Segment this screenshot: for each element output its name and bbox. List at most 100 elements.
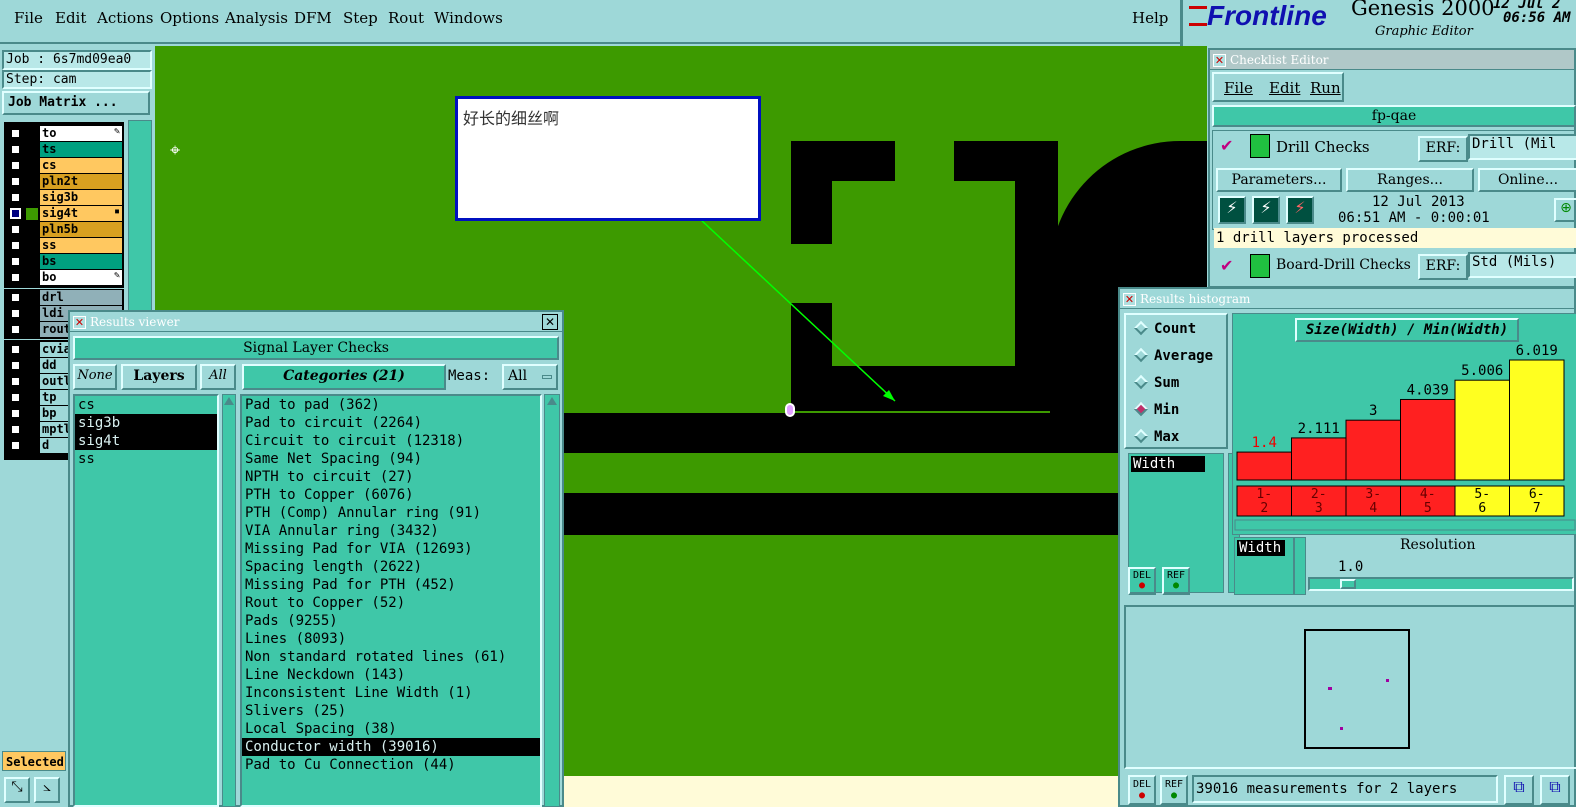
online-button[interactable]: Online... xyxy=(1478,168,1576,192)
check-active-icon[interactable]: ✔ xyxy=(1220,136,1233,155)
menu-rout[interactable]: Rout xyxy=(388,9,424,27)
layer-checkbox[interactable] xyxy=(10,440,21,451)
zoom-out-icon[interactable]: ⧉ xyxy=(1540,775,1570,805)
layer-checkbox[interactable] xyxy=(10,292,21,303)
layer-checkbox[interactable] xyxy=(10,308,21,319)
category-item[interactable]: Circuit to circuit (12318) xyxy=(242,432,540,450)
layer-affected-indicator[interactable] xyxy=(26,272,38,284)
mode-max-radio[interactable]: Max xyxy=(1133,427,1179,447)
erf-value-1[interactable]: Drill (Mil xyxy=(1468,134,1576,160)
category-item[interactable]: VIA Annular ring (3432) xyxy=(242,522,540,540)
layer-affected-indicator[interactable] xyxy=(26,256,38,268)
layer-affected-indicator[interactable] xyxy=(26,392,38,404)
layer-affected-indicator[interactable] xyxy=(26,240,38,252)
overview-map[interactable] xyxy=(1304,629,1410,749)
category-item[interactable]: Pad to pad (362) xyxy=(242,396,540,414)
layer-affected-indicator[interactable] xyxy=(26,208,38,220)
layer-affected-indicator[interactable] xyxy=(26,292,38,304)
window-menu-icon[interactable]: ✕ xyxy=(1213,54,1226,67)
result-layer-item[interactable]: sig3b xyxy=(75,414,217,432)
drill-action-icon[interactable] xyxy=(1250,134,1270,158)
job-matrix-button[interactable]: Job Matrix ... xyxy=(2,91,150,115)
layer-list-scrollbar[interactable] xyxy=(222,394,236,807)
histogram-titlebar[interactable]: ✕ Results histogram xyxy=(1120,289,1574,309)
layer-checkbox[interactable] xyxy=(10,144,21,155)
histogram-bar[interactable] xyxy=(1345,419,1401,481)
layer-row-sig3b[interactable]: sig3b xyxy=(6,190,122,205)
categories-button[interactable]: Categories (21) xyxy=(242,364,446,390)
category-item[interactable]: Missing Pad for PTH (452) xyxy=(242,576,540,594)
check-active-icon[interactable]: ✔ xyxy=(1220,256,1233,275)
menu-help[interactable]: Help xyxy=(1132,9,1168,27)
slider-handle[interactable] xyxy=(1340,579,1356,589)
layer-affected-indicator[interactable] xyxy=(26,160,38,172)
category-item[interactable]: Same Net Spacing (94) xyxy=(242,450,540,468)
category-item[interactable]: Local Spacing (38) xyxy=(242,720,540,738)
layer-affected-indicator[interactable] xyxy=(26,128,38,140)
category-item[interactable]: Missing Pad for VIA (12693) xyxy=(242,540,540,558)
resolution-field-list[interactable]: Width xyxy=(1234,537,1294,595)
category-item[interactable]: Non standard rotated lines (61) xyxy=(242,648,540,666)
ranges-button[interactable]: Ranges... xyxy=(1346,168,1474,192)
result-layer-item[interactable]: cs xyxy=(75,396,217,414)
layer-checkbox[interactable] xyxy=(10,392,21,403)
checklist-titlebar[interactable]: ✕ Checklist Editor xyxy=(1210,50,1574,70)
layer-affected-indicator[interactable] xyxy=(26,144,38,156)
layer-affected-indicator[interactable] xyxy=(26,224,38,236)
mode-count-radio[interactable]: Count xyxy=(1133,319,1196,339)
histogram-chart[interactable]: 1.41-22.1112-333-44.0394-55.0065-66.0196… xyxy=(1233,314,1576,535)
del-button-bottom[interactable]: DEL ● xyxy=(1128,775,1156,805)
category-item[interactable]: Spacing length (2622) xyxy=(242,558,540,576)
run-icon[interactable]: ⚡ xyxy=(1218,196,1246,224)
menu-actions[interactable]: Actions xyxy=(97,9,153,27)
checklist-menu-run[interactable]: Run xyxy=(1310,79,1341,97)
category-scrollbar[interactable] xyxy=(544,394,560,807)
layer-row-drl[interactable]: drl xyxy=(6,290,122,305)
category-item[interactable]: PTH to Copper (6076) xyxy=(242,486,540,504)
checklist-menu-file[interactable]: File xyxy=(1224,79,1253,97)
window-menu-icon[interactable]: ✕ xyxy=(73,316,86,329)
zoom-icon[interactable]: ⤡ xyxy=(4,777,30,803)
histogram-bar[interactable] xyxy=(1509,359,1565,481)
erf-button-1[interactable]: ERF: xyxy=(1418,136,1468,162)
layer-affected-indicator[interactable] xyxy=(26,360,38,372)
menu-windows[interactable]: Windows xyxy=(434,9,503,27)
layer-checkbox[interactable] xyxy=(10,408,21,419)
resolution-field-item[interactable]: Width xyxy=(1237,540,1285,556)
layer-row-sig4t[interactable]: sig4t ▪ xyxy=(6,206,122,221)
stop-icon[interactable]: ⚡ xyxy=(1286,196,1314,224)
resolution-slider[interactable] xyxy=(1308,577,1574,591)
layer-checkbox[interactable] xyxy=(10,324,21,335)
histogram-bar[interactable] xyxy=(1454,379,1510,481)
layer-affected-indicator[interactable] xyxy=(26,324,38,336)
result-layer-item[interactable]: ss xyxy=(75,450,217,468)
layer-row-pln5b[interactable]: pln5b xyxy=(6,222,122,237)
category-item[interactable]: Lines (8093) xyxy=(242,630,540,648)
category-item[interactable]: Pad to circuit (2264) xyxy=(242,414,540,432)
menu-edit[interactable]: Edit xyxy=(55,9,86,27)
layer-row-cs[interactable]: cs xyxy=(6,158,122,173)
select-all-button[interactable]: All xyxy=(200,364,236,390)
erf-button-2[interactable]: ERF: xyxy=(1418,254,1468,280)
menu-options[interactable]: Options xyxy=(160,9,219,27)
layer-checkbox[interactable] xyxy=(10,360,21,371)
select-none-button[interactable]: None xyxy=(73,364,117,390)
close-icon[interactable]: ✕ xyxy=(542,314,558,330)
histogram-scrollbar[interactable] xyxy=(1234,519,1576,531)
layer-checkbox[interactable] xyxy=(10,224,21,235)
menu-analysis[interactable]: Analysis xyxy=(225,9,288,27)
layer-checkbox[interactable] xyxy=(10,176,21,187)
measure-icon[interactable]: ⦣ xyxy=(34,777,60,803)
layer-affected-indicator[interactable] xyxy=(26,192,38,204)
zoom-icon[interactable]: ⊕ xyxy=(1554,198,1576,222)
layer-affected-indicator[interactable] xyxy=(26,440,38,452)
parameters-button[interactable]: Parameters... xyxy=(1216,168,1342,192)
layer-affected-indicator[interactable] xyxy=(26,176,38,188)
category-item[interactable]: Rout to Copper (52) xyxy=(242,594,540,612)
layer-row-pln2t[interactable]: pln2t xyxy=(6,174,122,189)
meas-select[interactable]: All xyxy=(502,364,558,390)
layer-row-bo[interactable]: bo ✎ xyxy=(6,270,122,285)
layer-checkbox[interactable] xyxy=(10,192,21,203)
category-item[interactable]: PTH (Comp) Annular ring (91) xyxy=(242,504,540,522)
results-viewer-titlebar[interactable]: ✕ Results viewer ✕ xyxy=(70,312,562,332)
